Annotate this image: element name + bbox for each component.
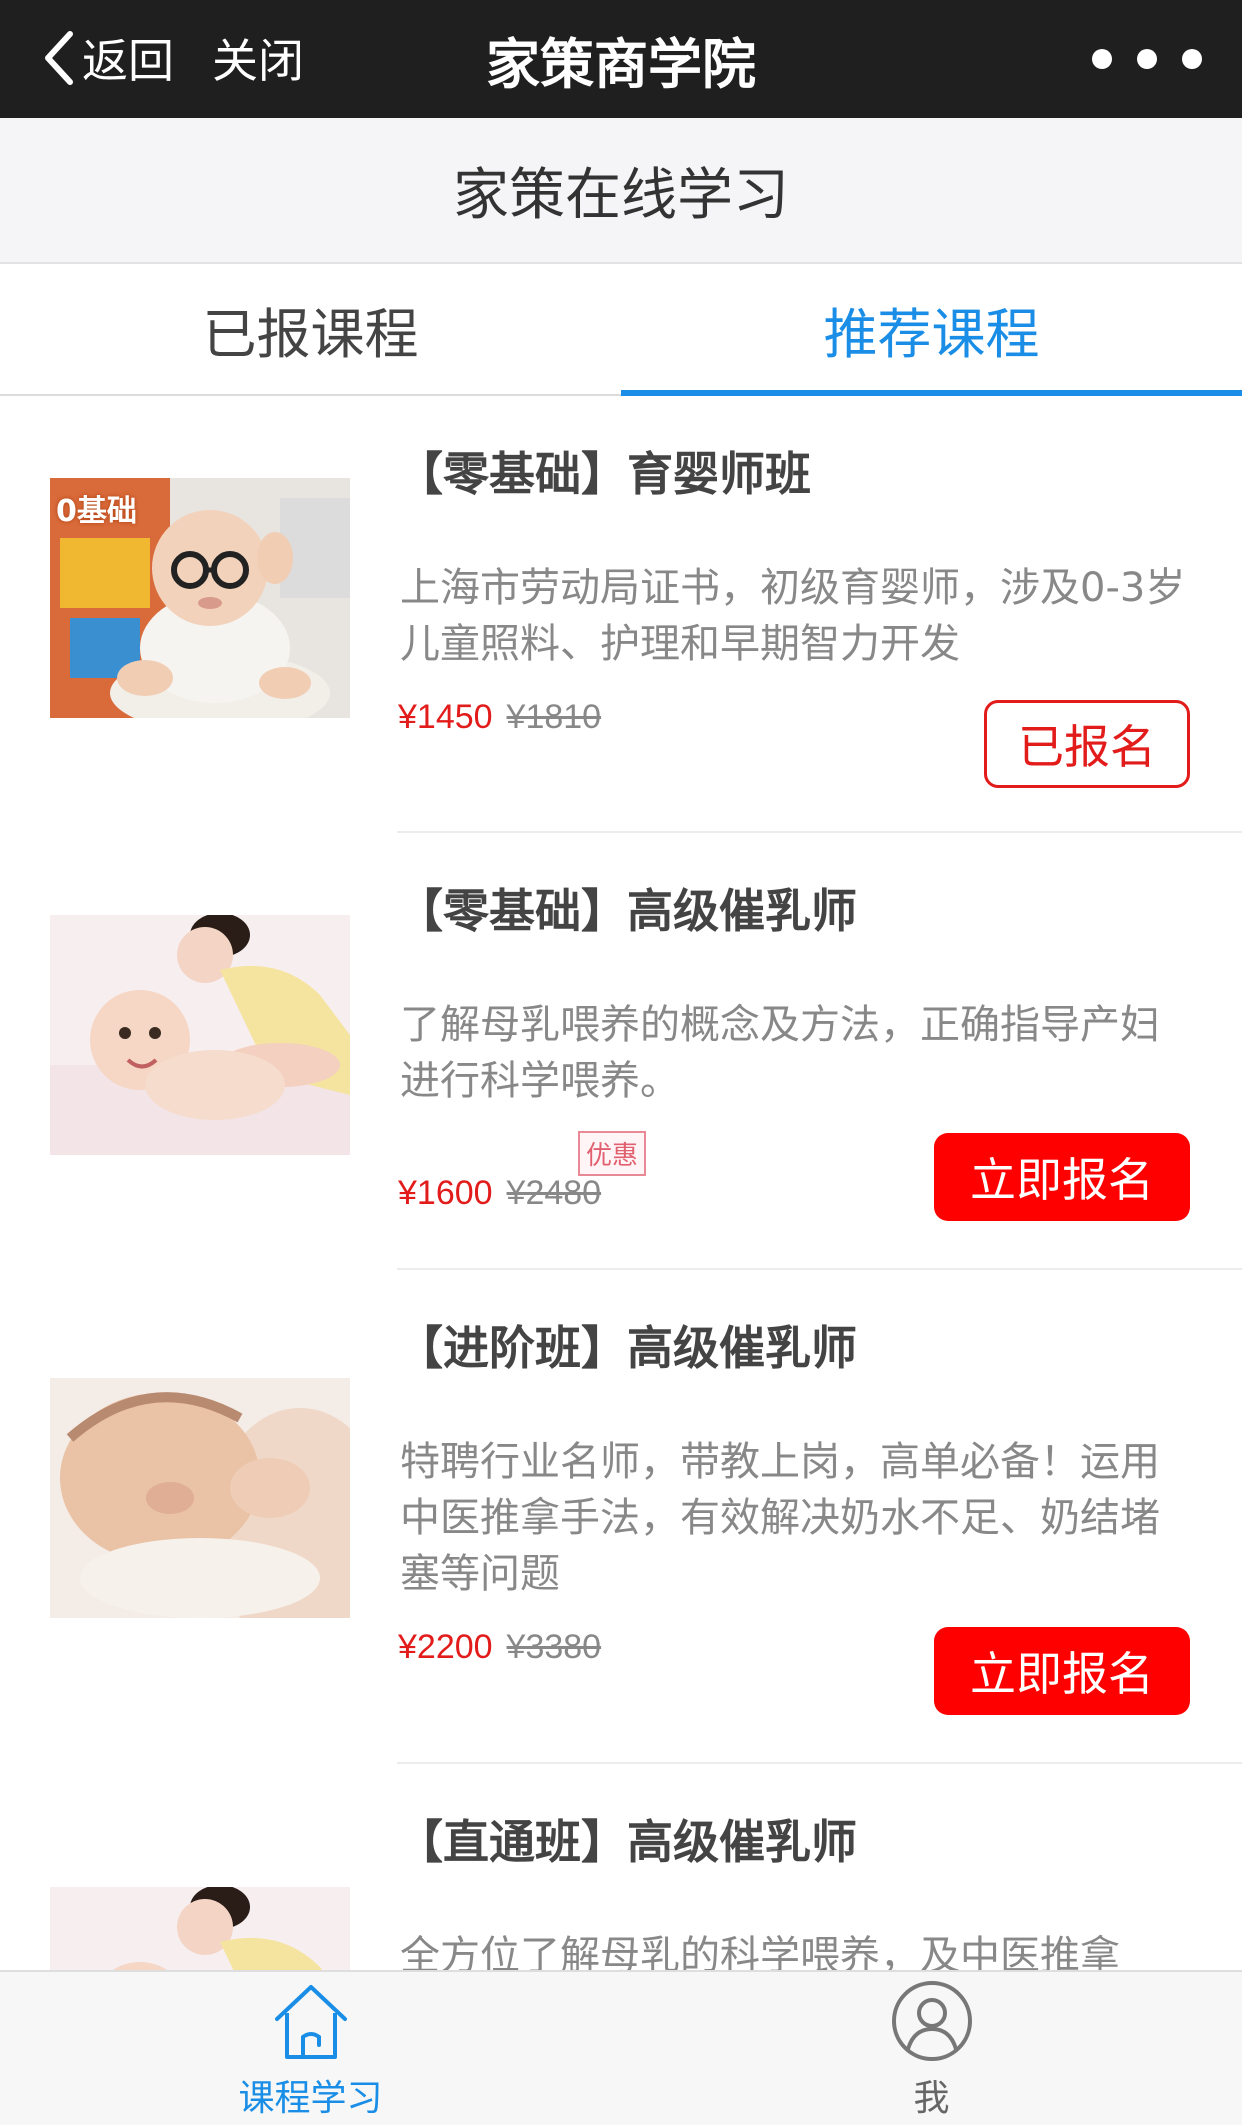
page-title: 家策在线学习	[0, 118, 1242, 264]
price-row: ¥2200 ¥3380	[398, 1628, 601, 1667]
enroll-now-button[interactable]: 立即报名	[934, 1133, 1190, 1221]
original-price: ¥3380	[506, 1628, 602, 1666]
course-list: 0基础 【零基础】育婴师班 上海市劳动局证书，初级育婴师，涉及0-3岁儿童照料、…	[0, 396, 1242, 1970]
original-price: ¥2480	[506, 1174, 602, 1212]
enrolled-button[interactable]: 已报名	[984, 700, 1190, 788]
course-item[interactable]: 【进阶班】高级催乳师 特聘行业名师，带教上岗，高单必备！运用中医推拿手法，有效解…	[0, 1270, 1242, 1764]
more-dot-icon	[1092, 49, 1112, 69]
mother-and-baby-photo	[50, 1887, 350, 1970]
mother-and-baby-photo	[50, 915, 350, 1155]
course-thumbnail[interactable]	[50, 1378, 350, 1618]
home-icon	[274, 1985, 347, 2059]
course-tabs: 已报课程 推荐课程	[0, 264, 1242, 396]
original-price: ¥1810	[506, 698, 602, 736]
user-icon	[891, 1981, 972, 2061]
nursing-baby-photo	[50, 1378, 350, 1618]
course-item[interactable]: 0基础 【零基础】育婴师班 上海市劳动局证书，初级育婴师，涉及0-3岁儿童照料、…	[0, 396, 1242, 833]
tab-enrolled-courses[interactable]: 已报课程	[0, 264, 621, 394]
top-navbar: 返回 关闭 家策商学院	[0, 0, 1242, 118]
thumbnail-badge: 0基础	[56, 494, 137, 529]
bottom-tabbar: 课程学习 我	[0, 1970, 1242, 2125]
chevron-left-icon	[45, 31, 73, 85]
course-description: 特聘行业名师，带教上岗，高单必备！运用中医推拿手法，有效解决奶水不足、奶结堵塞等…	[400, 1439, 1160, 1597]
current-price: ¥1450	[398, 698, 493, 736]
course-title[interactable]: 【进阶班】高级催乳师	[397, 1312, 857, 1378]
close-button[interactable]: 关闭	[212, 22, 304, 94]
more-options-button[interactable]	[1092, 34, 1202, 84]
app-title: 家策商学院	[486, 32, 756, 96]
tabbar-label: 课程学习	[238, 2078, 383, 2119]
enroll-now-button[interactable]: 立即报名	[934, 1627, 1190, 1715]
current-price: ¥1600	[398, 1174, 493, 1212]
course-title[interactable]: 【直通班】高级催乳师	[397, 1806, 857, 1872]
current-price: ¥2200	[398, 1628, 493, 1666]
more-dot-icon	[1182, 49, 1202, 69]
course-thumbnail[interactable]	[50, 915, 350, 1155]
course-title[interactable]: 【零基础】育婴师班	[397, 438, 811, 504]
tabbar-item-course-learning[interactable]: 课程学习	[0, 1972, 621, 2125]
course-item[interactable]: 【直通班】高级催乳师 全方位了解母乳的科学喂养，及中医推拿	[0, 1764, 1242, 1970]
tab-recommended-courses[interactable]: 推荐课程	[621, 264, 1242, 396]
course-description: 全方位了解母乳的科学喂养，及中医推拿	[400, 1933, 1120, 1970]
course-thumbnail[interactable]	[50, 1887, 350, 1970]
tabbar-label: 我	[913, 2078, 950, 2119]
back-label: 返回	[82, 34, 174, 88]
course-item[interactable]: 【零基础】高级催乳师 了解母乳喂养的概念及方法，正确指导产妇进行科学喂养。 优惠…	[0, 833, 1242, 1270]
back-button[interactable]: 返回	[40, 22, 174, 94]
price-row: ¥1450 ¥1810	[398, 698, 601, 737]
course-description: 了解母乳喂养的概念及方法，正确指导产妇进行科学喂养。	[400, 1002, 1160, 1104]
course-thumbnail[interactable]: 0基础	[50, 478, 350, 718]
price-row: ¥1600 ¥2480	[398, 1174, 601, 1213]
tabbar-item-me[interactable]: 我	[621, 1972, 1242, 2125]
promo-tag: 优惠	[578, 1131, 647, 1176]
more-dot-icon	[1137, 49, 1157, 69]
course-title[interactable]: 【零基础】高级催乳师	[397, 875, 857, 941]
course-description: 上海市劳动局证书，初级育婴师，涉及0-3岁儿童照料、护理和早期智力开发	[400, 565, 1186, 667]
